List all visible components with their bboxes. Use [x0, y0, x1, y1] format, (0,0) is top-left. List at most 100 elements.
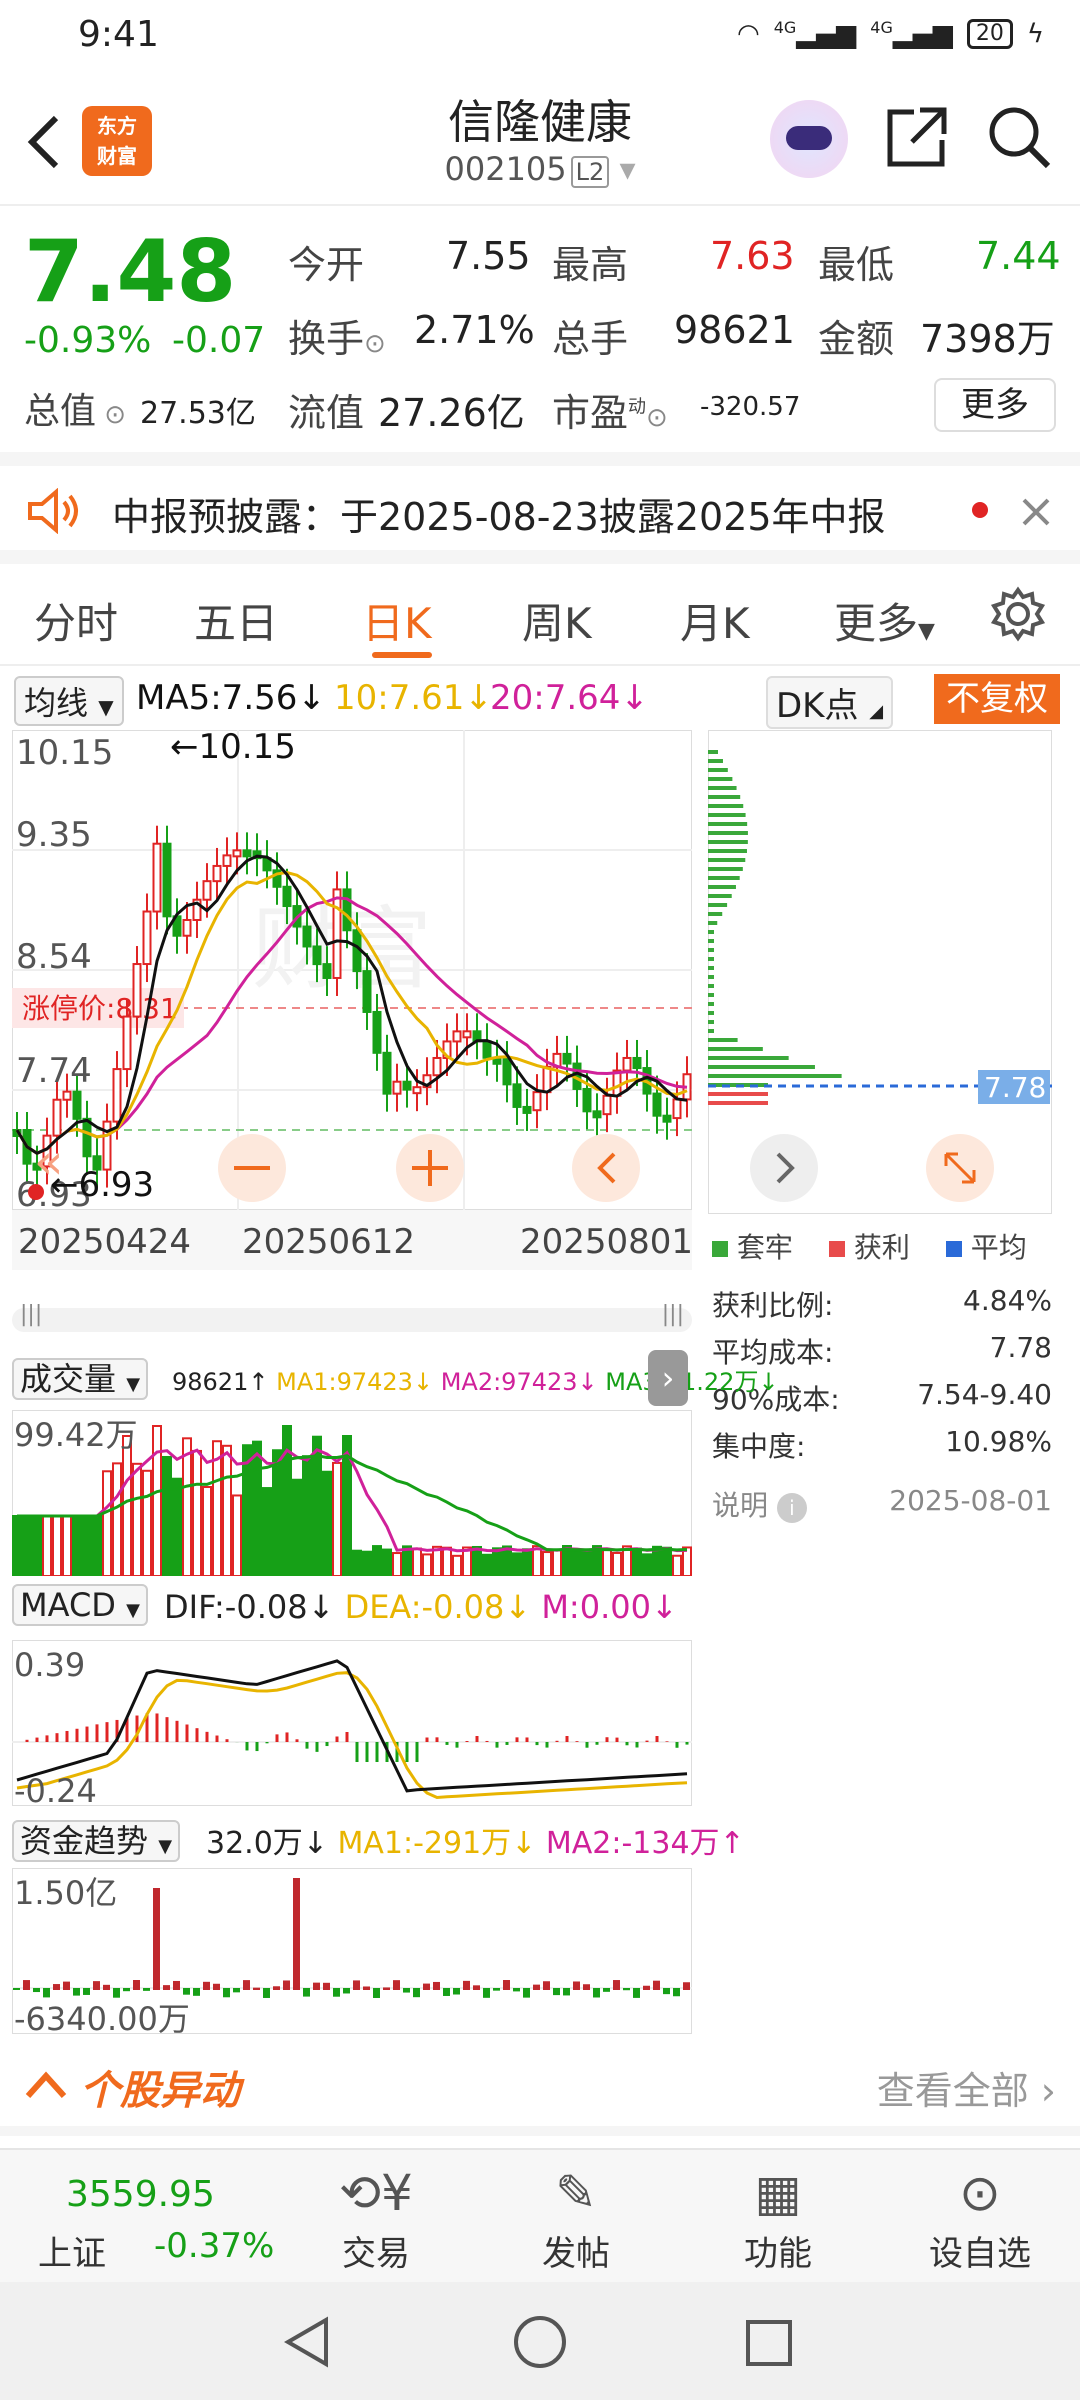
tab-weekly-k[interactable]: 周K [522, 590, 592, 651]
volume-bar [662, 1546, 672, 1576]
fund-bar [363, 1986, 370, 1990]
volume-selector[interactable]: 成交量 ▼ [12, 1354, 149, 1400]
tab-daily-k[interactable]: 日K [362, 590, 432, 651]
search-icon[interactable] [986, 104, 1052, 170]
info-icon: ⊙ [646, 403, 668, 433]
macd-chart[interactable]: 0.39 -0.24 [12, 1640, 692, 1806]
volume-bar [42, 1515, 52, 1576]
mktcap-value: 27.53亿 [140, 396, 256, 431]
candle-body [212, 864, 222, 883]
legend-swatch [712, 1241, 728, 1257]
adjust-toggle[interactable]: 不复权 [934, 674, 1060, 724]
date-axis: 20250424 20250612 20250801 [12, 1210, 693, 1270]
recents-square-icon[interactable] [744, 2318, 794, 2368]
chip-note-link[interactable]: 说明 i [712, 1484, 807, 1531]
fund-bar [13, 1988, 20, 1990]
chip-bar [708, 1020, 714, 1024]
volume-chart[interactable]: 99.42万 [12, 1410, 692, 1576]
chip-bar [708, 777, 733, 781]
mktcap-label: 总值 ⊙ [24, 391, 127, 432]
candle-body [382, 1051, 392, 1095]
fund-bar [223, 1988, 230, 1998]
volume-bar [582, 1550, 592, 1576]
notice-banner[interactable]: 中报预披露：于2025-08-23披露2025年中报 [0, 452, 1080, 564]
close-icon[interactable] [1020, 496, 1052, 528]
fund-bar [353, 1980, 360, 1990]
volume-bar [132, 1462, 142, 1576]
low-value: 7.44 [976, 234, 1061, 278]
ma-selector[interactable]: 均线 ▼ [14, 676, 124, 726]
volume-bar [322, 1470, 332, 1576]
expand-indicators-button[interactable]: › [648, 1350, 688, 1406]
more-quote-button[interactable]: 更多 [934, 378, 1056, 432]
scroll-left-icon[interactable]: « [34, 1134, 63, 1190]
chip-bar [708, 1065, 815, 1069]
candle-body [602, 1094, 612, 1116]
speaker-icon [28, 488, 78, 534]
fund-bar [243, 1980, 250, 1990]
macd-selector[interactable]: MACD ▼ [12, 1584, 148, 1626]
gear-icon[interactable] [990, 586, 1046, 642]
candle-body [222, 854, 232, 867]
index-value[interactable]: 3559.95 [66, 2174, 215, 2215]
chip-bar [708, 759, 723, 763]
slider-handle-right[interactable]: ||| [662, 1302, 684, 1327]
status-time: 9:41 [78, 14, 159, 55]
nav-functions[interactable]: ▦ 功能 [698, 2160, 858, 2275]
fund-bar [83, 1988, 90, 1995]
dk-point-button[interactable]: DK点 ◢ [766, 676, 894, 729]
home-circle-icon[interactable] [512, 2314, 568, 2370]
kline-chart[interactable]: 财富 涨停价:8.31 10.15 9.35 8.54 7.74 6.93 ←1… [12, 730, 692, 1210]
fund-bar [543, 1981, 550, 1990]
candle-body [362, 970, 372, 1013]
volume-bar [452, 1554, 462, 1576]
assistant-avatar-icon[interactable] [770, 100, 848, 178]
volume-bar [572, 1549, 582, 1576]
chip-bar [708, 948, 714, 952]
share-icon[interactable] [884, 104, 950, 170]
volume-bar [272, 1449, 282, 1576]
tab-indicator [372, 652, 432, 658]
fund-bar [173, 1980, 180, 1990]
fund-bar [103, 1984, 110, 1990]
nav-add-watchlist[interactable]: ⊙ 设自选 [900, 2160, 1060, 2275]
caret-down-icon: ▼ [158, 1836, 173, 1857]
tab-intraday[interactable]: 分时 [34, 590, 118, 651]
volume-bar [522, 1548, 532, 1576]
range-slider[interactable]: ||| ||| [12, 1302, 692, 1332]
volume-bar [502, 1545, 512, 1576]
chip-bar [708, 867, 743, 871]
nav-post[interactable]: ✎ 发帖 [496, 2160, 656, 2275]
amount-value: 7398万 [920, 317, 1055, 361]
edit-icon: ✎ [555, 2164, 597, 2222]
candle-body [662, 1114, 672, 1123]
fund-bar [313, 1982, 320, 1990]
view-all-link[interactable]: 查看全部 › [877, 2060, 1056, 2115]
index-name[interactable]: 上证 [38, 2226, 106, 2275]
volume-bar [292, 1478, 302, 1576]
index-change[interactable]: -0.37% [154, 2226, 274, 2266]
chip-distribution-chart[interactable]: 7.78 [708, 730, 1052, 1214]
info-icon: ⊙ [364, 329, 386, 359]
nav-trade[interactable]: ⟲¥ 交易 [296, 2160, 456, 2275]
fund-selector[interactable]: 资金趋势 ▼ [12, 1816, 181, 1862]
tab-monthly-k[interactable]: 月K [680, 590, 750, 651]
chip-bar [708, 921, 718, 925]
fund-bar [343, 1988, 350, 1994]
charging-icon: ϟ [1026, 18, 1044, 49]
slider-handle-left[interactable]: ||| [20, 1302, 42, 1327]
fund-bar [643, 1985, 650, 1990]
candle-body [502, 1058, 512, 1086]
back-triangle-icon[interactable] [282, 2316, 332, 2368]
low-label: 最低 [818, 243, 895, 287]
volume-bar [332, 1461, 342, 1576]
caret-down-icon: ▼ [918, 619, 935, 644]
volume-bar [642, 1553, 652, 1576]
fund-trend-chart[interactable]: 1.50亿 -6340.00万 [12, 1868, 692, 2034]
tab-more[interactable]: 更多▼ [834, 590, 935, 651]
prev-button[interactable] [572, 1134, 640, 1202]
volume-bar [602, 1548, 612, 1576]
tab-five-day[interactable]: 五日 [194, 590, 278, 651]
candle-body [372, 1010, 382, 1054]
chip-next-button[interactable] [750, 1134, 818, 1202]
